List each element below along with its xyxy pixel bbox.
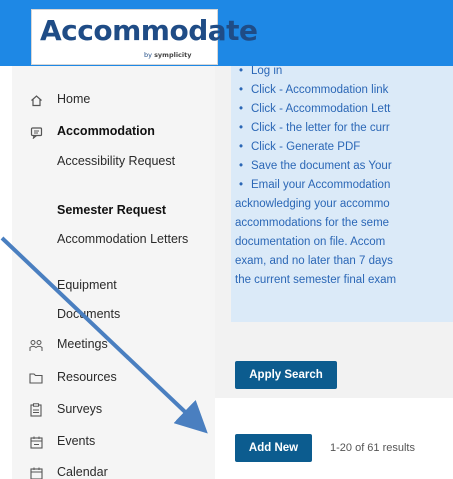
sidebar-item-label: Events [57,434,96,448]
sidebar-item-label: Surveys [57,402,103,416]
comment-icon [28,124,44,140]
sidebar-item-label: Accommodation [57,124,155,138]
instruction-item: • Click - Accommodation Lett [238,103,391,115]
instruction-text: accommodations for the seme [235,217,390,229]
sidebar: Home Accommodation Accessibility Request… [12,66,215,479]
home-icon [28,92,44,108]
results-count: 1-20 of 61 results [330,442,415,454]
sidebar-subitem-semester-request[interactable]: Semester Request [57,201,197,219]
instruction-text: the current semester final exam [235,274,397,286]
sidebar-subitem-documents[interactable]: Documents [57,305,197,323]
sidebar-subitem-accessibility-request[interactable]: Accessibility Request [57,152,197,170]
sidebar-item-label: Home [57,92,91,106]
add-new-button[interactable]: Add New [235,434,312,462]
instruction-item: • Log in [238,66,283,77]
app-logo[interactable]: Accommodate by symplicity [31,9,258,65]
instruction-text: documentation on file. Accom [235,236,386,248]
sidebar-subitem-equipment[interactable]: Equipment [57,276,197,294]
people-icon [28,337,44,353]
folder-icon [28,370,44,386]
calendar-icon [28,434,44,450]
instruction-item: • Click - the letter for the curr [238,122,390,134]
instructions-box: • Log in • Click - Accommodation link • Cli… [231,66,453,322]
apply-search-button[interactable]: Apply Search [235,361,337,389]
clipboard-icon [28,402,44,418]
main-content: • Log in • Click - Accommodation link • Cli… [215,66,453,479]
sidebar-item-label: Meetings [57,337,108,351]
instruction-text: exam, and no later than 7 days [235,255,393,267]
sidebar-subitem-accommodation-letters[interactable]: Accommodation Letters [57,230,197,248]
instruction-item: • Email your Accommodation [238,179,391,191]
calendar-icon [28,465,44,479]
instruction-item: • Click - Accommodation link [238,84,389,96]
sidebar-item-label: Calendar [57,465,108,479]
logo-text: Accommodate [40,14,258,47]
logo-sub: by symplicity [144,51,192,59]
instruction-item: • Click - Generate PDF [238,141,361,153]
instruction-text: acknowledging your accommo [235,198,390,210]
sidebar-item-label: Resources [57,370,117,384]
instruction-item: • Save the document as Your [238,160,392,172]
top-header-bar: Accommodate by symplicity [0,0,453,66]
